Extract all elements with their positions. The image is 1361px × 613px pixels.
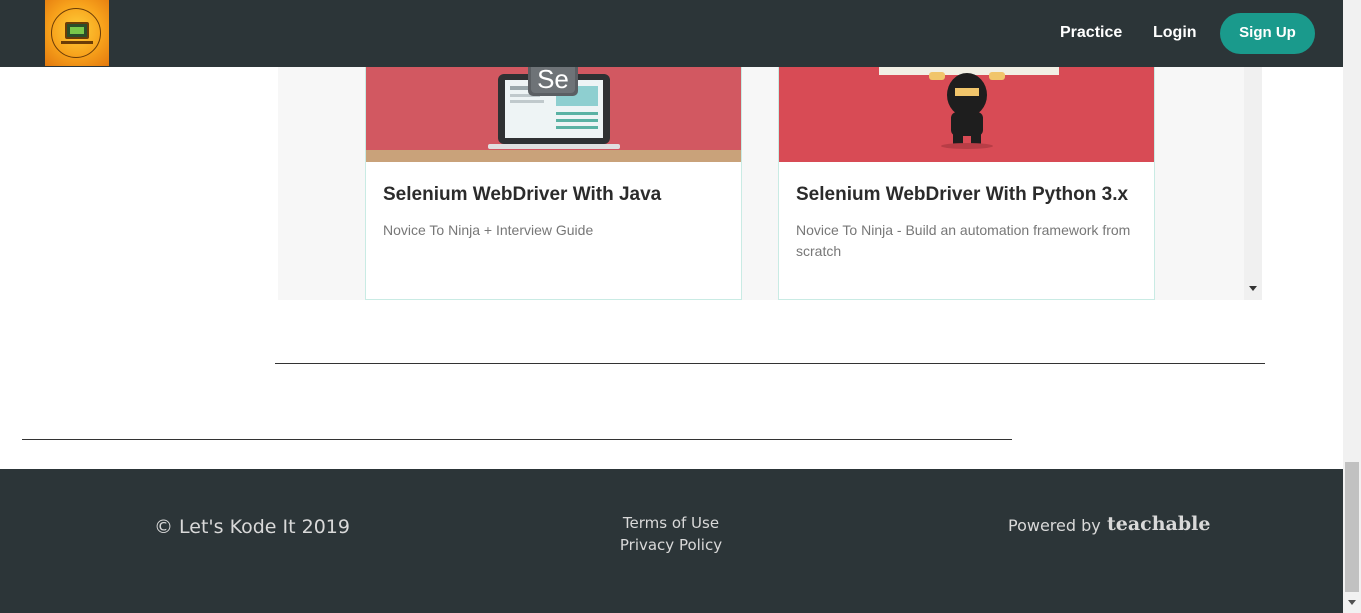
nav-login-link[interactable]: Login (1153, 24, 1197, 42)
page-footer: © Let's Kode It 2019 Terms of Use Privac… (0, 469, 1343, 613)
terms-of-use-link[interactable]: Terms of Use (560, 514, 782, 532)
page-scrollbar-thumb[interactable] (1345, 462, 1359, 592)
nav-practice-link[interactable]: Practice (1060, 24, 1122, 42)
divider-line (275, 363, 1265, 364)
site-logo[interactable] (45, 0, 109, 66)
scroll-down-arrow-icon[interactable] (1249, 286, 1257, 291)
course-title-python[interactable]: Selenium WebDriver With Python 3.x (796, 184, 1128, 206)
laptop-icon (65, 22, 89, 39)
signup-button[interactable]: Sign Up (1220, 13, 1315, 54)
powered-by-text: Powered by (1008, 516, 1101, 535)
teachable-logo[interactable]: teachable (1107, 513, 1210, 535)
top-navbar: Practice Login Sign Up (0, 0, 1343, 67)
divider-line (22, 439, 1012, 440)
privacy-policy-link[interactable]: Privacy Policy (560, 536, 782, 554)
course-title-java[interactable]: Selenium WebDriver With Java (383, 184, 661, 206)
course-subtitle-java: Novice To Ninja + Interview Guide (383, 222, 594, 238)
selenium-badge-text: Se (537, 64, 569, 94)
laptop-base-icon (61, 41, 93, 44)
page-scrollbar[interactable] (1343, 0, 1361, 613)
course-subtitle-python: Novice To Ninja - Build an automation fr… (796, 222, 1131, 259)
copyright-text: © Let's Kode It 2019 (154, 516, 350, 538)
page-scroll-down-arrow-icon[interactable] (1348, 600, 1356, 605)
